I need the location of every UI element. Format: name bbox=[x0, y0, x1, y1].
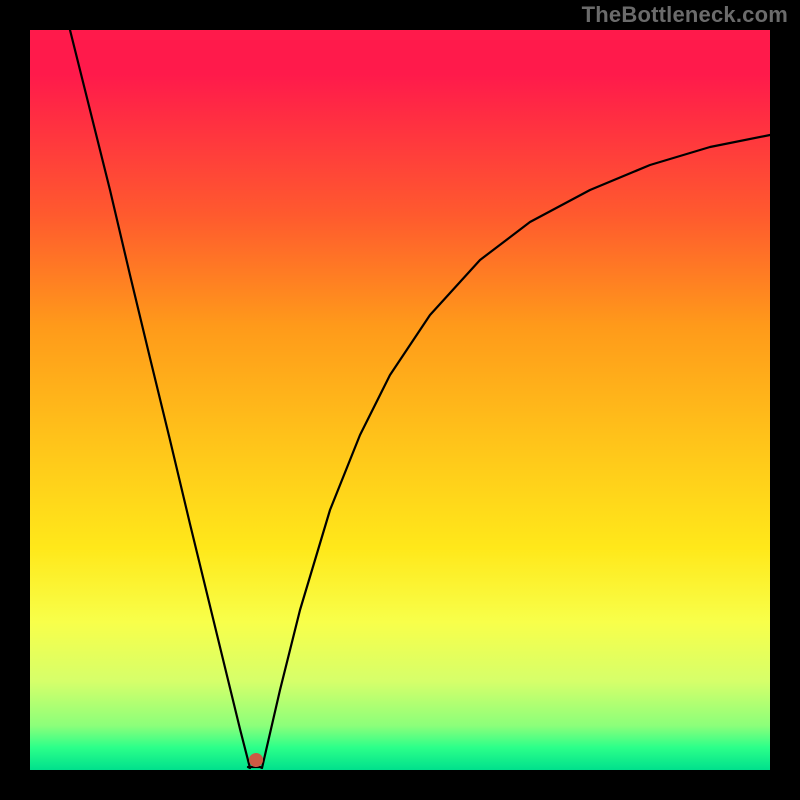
plot-area bbox=[30, 30, 770, 770]
chart-frame: TheBottleneck.com bbox=[0, 0, 800, 800]
bottleneck-marker-dot bbox=[249, 753, 263, 767]
bottleneck-curve bbox=[30, 30, 770, 770]
watermark-text: TheBottleneck.com bbox=[582, 2, 788, 28]
